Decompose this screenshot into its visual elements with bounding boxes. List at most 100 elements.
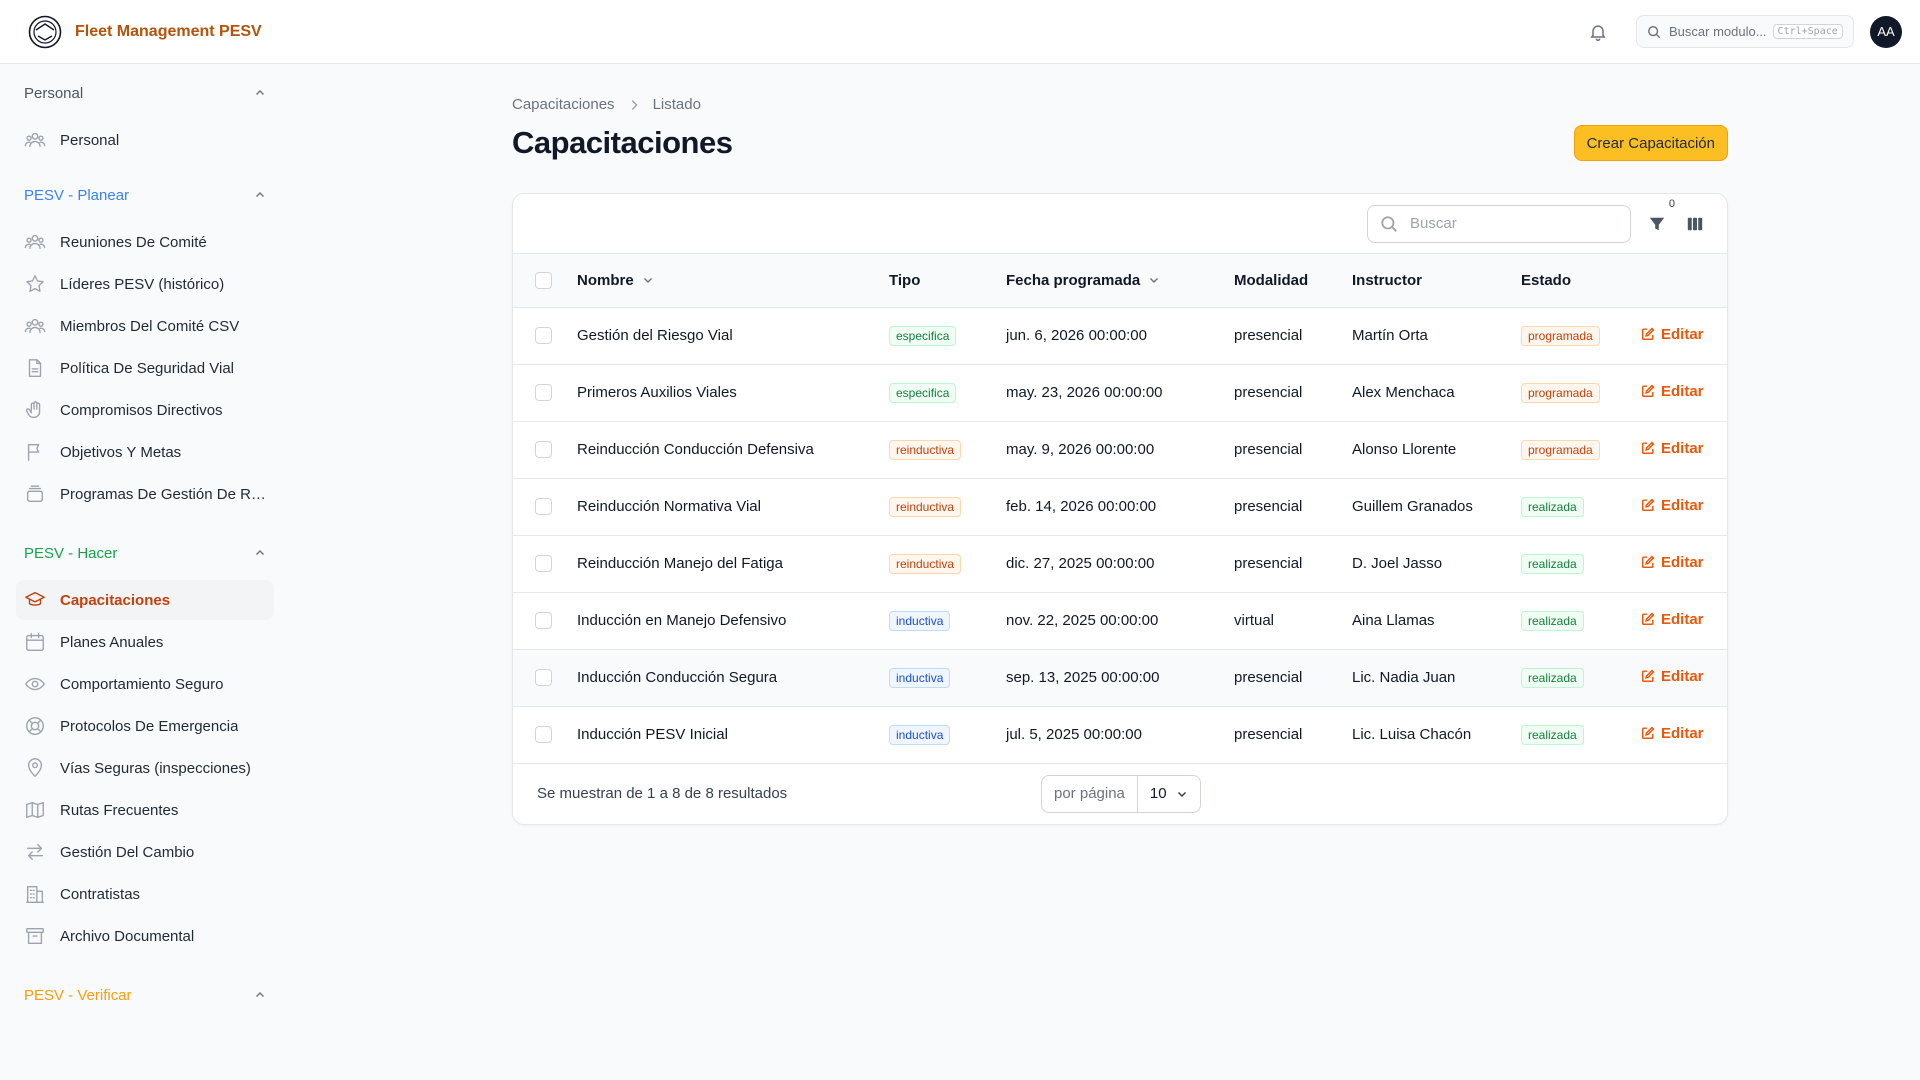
column-label-nombre: Nombre [577, 271, 634, 289]
cell-fecha: jun. 6, 2026 00:00:00 [1006, 327, 1147, 344]
sidebar-group-header[interactable]: PESV - Hacer [0, 528, 290, 578]
sidebar-item-capacitaciones[interactable]: Capacitaciones [16, 580, 274, 620]
edit-icon [1642, 555, 1655, 569]
per-page-value: 10 [1149, 785, 1167, 802]
sidebar-group-pesv-planear: PESV - Planear Reuniones De Comité Líder… [0, 170, 290, 514]
sidebar-item-reuniones-de-comite[interactable]: Reuniones De Comité [16, 222, 274, 262]
breadcrumb: Capacitaciones Listado [512, 96, 1728, 113]
edit-link[interactable]: Editar [1641, 383, 1704, 400]
row-checkbox[interactable] [535, 726, 552, 744]
edit-link[interactable]: Editar [1641, 668, 1704, 685]
table-search-input[interactable]: Buscar [1367, 204, 1631, 243]
table-header-row: Nombre Tipo Fecha programada Modalidad I… [513, 254, 1727, 307]
module-search[interactable]: Buscar modulo... Ctrl+Space [1636, 15, 1854, 48]
create-capacitacion-button[interactable]: Crear Capacitación [1573, 125, 1728, 161]
edit-link[interactable]: Editar [1641, 554, 1704, 571]
sidebar-item-planes-anuales[interactable]: Planes Anuales [16, 622, 274, 662]
sidebar-item-contratistas[interactable]: Contratistas [16, 874, 274, 914]
estado-badge: realizada [1521, 667, 1584, 688]
table-row[interactable]: Inducción en Manejo Defensivo inductiva … [513, 592, 1727, 649]
edit-icon [1642, 612, 1655, 626]
map-pin-icon [27, 758, 43, 777]
table-row[interactable]: Reinducción Manejo del Fatiga reinductiv… [513, 535, 1727, 592]
users-icon [24, 234, 46, 250]
row-checkbox[interactable] [535, 441, 552, 459]
column-header-fecha[interactable]: Fecha programada [1006, 272, 1160, 289]
columns-button[interactable] [1683, 212, 1707, 236]
cell-instructor: Lic. Nadia Juan [1352, 669, 1456, 686]
edit-icon [1642, 384, 1655, 398]
users-icon [24, 318, 46, 334]
bell-icon[interactable] [1586, 20, 1610, 44]
sidebar-group-personal: Personal Personal [0, 68, 290, 160]
table-row[interactable]: Primeros Auxilios Viales especifica may.… [513, 364, 1727, 421]
sidebar-item-lideres-pesv-historico[interactable]: Líderes PESV (histórico) [16, 264, 274, 304]
cell-instructor: Alex Menchaca [1352, 384, 1455, 401]
table-row[interactable]: Inducción PESV Inicial inductiva jul. 5,… [513, 706, 1727, 763]
row-checkbox[interactable] [535, 555, 552, 573]
row-checkbox[interactable] [535, 612, 552, 630]
chevron-up-icon [256, 550, 264, 555]
sidebar-item-compromisos-directivos[interactable]: Compromisos Directivos [16, 390, 274, 430]
select-all-checkbox[interactable] [535, 272, 552, 290]
edit-link[interactable]: Editar [1641, 440, 1704, 457]
tipo-badge: reinductiva [889, 553, 962, 574]
brand[interactable]: Fleet Management PESV [28, 15, 262, 49]
edit-link[interactable]: Editar [1641, 725, 1704, 742]
breadcrumb-root[interactable]: Capacitaciones [512, 96, 615, 113]
per-page-select[interactable]: 10 [1138, 776, 1200, 812]
sidebar-item-vias-seguras-inspecciones[interactable]: Vías Seguras (inspecciones) [16, 748, 274, 788]
table-row[interactable]: Reinducción Normativa Vial reinductiva f… [513, 478, 1727, 535]
edit-icon [1642, 441, 1655, 455]
column-header-modalidad: Modalidad [1234, 271, 1309, 289]
column-label-fecha: Fecha programada [1006, 271, 1141, 289]
row-checkbox[interactable] [535, 384, 552, 402]
sidebar-item-label: Miembros Del Comité CSV [60, 317, 240, 335]
table-row[interactable]: Reinducción Conducción Defensiva reinduc… [513, 421, 1727, 478]
table-row[interactable]: Inducción Conducción Segura inductiva se… [513, 649, 1727, 706]
column-header-actions [1641, 254, 1727, 307]
sidebar-item-objetivos-y-metas[interactable]: Objetivos Y Metas [16, 432, 274, 472]
edit-icon [1642, 669, 1655, 683]
cell-fecha: sep. 13, 2025 00:00:00 [1006, 669, 1160, 686]
edit-link[interactable]: Editar [1641, 497, 1704, 514]
edit-label: Editar [1661, 382, 1704, 400]
row-checkbox[interactable] [535, 327, 552, 345]
chevron-down-icon [1177, 791, 1186, 797]
avatar[interactable]: AA [1870, 15, 1902, 48]
column-header-nombre[interactable]: Nombre [577, 272, 654, 289]
estado-badge: programada [1521, 325, 1600, 346]
sidebar-item-archivo-documental[interactable]: Archivo Documental [16, 916, 274, 956]
arrows-icon [26, 843, 44, 861]
table-row[interactable]: Gestión del Riesgo Vial especifica jun. … [513, 307, 1727, 364]
sidebar-item-comportamiento-seguro[interactable]: Comportamiento Seguro [16, 664, 274, 704]
estado-badge: realizada [1521, 724, 1584, 745]
sidebar-item-miembros-del-comite-csv[interactable]: Miembros Del Comité CSV [16, 306, 274, 346]
edit-icon [1642, 498, 1655, 512]
filter-button[interactable]: 0 [1645, 198, 1675, 236]
edit-link[interactable]: Editar [1641, 611, 1704, 628]
sidebar-item-rutas-frecuentes[interactable]: Rutas Frecuentes [16, 790, 274, 830]
sidebar-group-pesv-hacer: PESV - Hacer Capacitaciones Planes Anual… [0, 528, 290, 956]
row-checkbox[interactable] [535, 498, 552, 516]
edit-label: Editar [1661, 496, 1704, 514]
sidebar-group-header[interactable]: Personal [0, 68, 290, 118]
lifebuoy-icon [26, 717, 44, 735]
sidebar-item-politica-de-seguridad-vial[interactable]: Política De Seguridad Vial [16, 348, 274, 388]
sidebar: Personal Personal PESV - Planear Reunion… [0, 64, 290, 1080]
sidebar-item-protocolos-de-emergencia[interactable]: Protocolos De Emergencia [16, 706, 274, 746]
filter-icon [1649, 217, 1665, 230]
sidebar-group-header[interactable]: PESV - Planear [0, 170, 290, 220]
row-checkbox[interactable] [535, 669, 552, 687]
sidebar-item-label: Objetivos Y Metas [60, 443, 182, 461]
sidebar-item-personal[interactable]: Personal [16, 120, 274, 160]
sidebar-item-gestion-del-cambio[interactable]: Gestión Del Cambio [16, 832, 274, 872]
tipo-badge: inductiva [889, 724, 951, 745]
edit-link[interactable]: Editar [1641, 326, 1704, 343]
estado-badge: programada [1521, 382, 1600, 403]
cell-modalidad: virtual [1234, 612, 1275, 629]
table-toolbar: Buscar 0 [513, 194, 1727, 254]
sidebar-group-header[interactable]: PESV - Verificar [0, 970, 290, 1020]
sidebar-item-programas-de-gestion-de-ries[interactable]: Programas De Gestión De Ries... [16, 474, 274, 514]
top-bar: Fleet Management PESV Buscar modulo... C… [0, 0, 1920, 64]
